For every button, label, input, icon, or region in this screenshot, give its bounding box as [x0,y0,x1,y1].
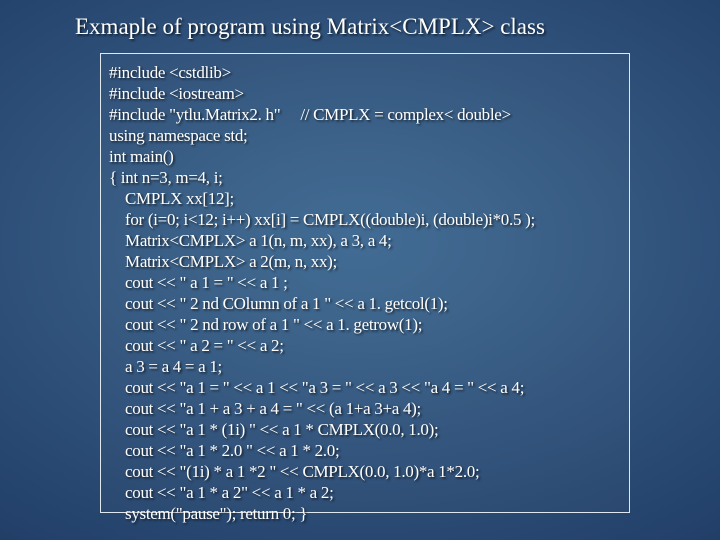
code-line: Matrix<CMPLX> a 2(m, n, xx); [109,251,623,272]
code-line: cout << "a 1 = " << a 1 << "a 3 = " << a… [109,377,623,398]
code-line: cout << " 2 nd row of a 1 " << a 1. getr… [109,314,623,335]
code-line: system("pause"); return 0; } [109,503,623,524]
code-line: cout << "a 1 * 2.0 " << a 1 * 2.0; [109,440,623,461]
code-line: int main() [109,146,623,167]
code-line: for (i=0; i<12; i++) xx[i] = CMPLX((doub… [109,209,623,230]
code-line: #include <cstdlib> [109,62,623,83]
code-line: CMPLX xx[12]; [109,188,623,209]
code-line: cout << "a 1 * (1i) " << a 1 * CMPLX(0.0… [109,419,623,440]
code-comment: // CMPLX = complex< double> [300,105,511,124]
slide-title: Exmaple of program using Matrix<CMPLX> c… [75,14,545,40]
code-text: #include "ytlu.Matrix2. h" [109,105,280,124]
code-line: cout << " 2 nd COlumn of a 1 " << a 1. g… [109,293,623,314]
code-line: cout << "a 1 + a 3 + a 4 = " << (a 1+a 3… [109,398,623,419]
code-line: cout << "a 1 * a 2" << a 1 * a 2; [109,482,623,503]
slide: Exmaple of program using Matrix<CMPLX> c… [0,0,720,540]
code-line: cout << " a 2 = " << a 2; [109,335,623,356]
code-line: #include "ytlu.Matrix2. h" // CMPLX = com… [109,104,623,125]
code-line: Matrix<CMPLX> a 1(n, m, xx), a 3, a 4; [109,230,623,251]
code-line: a 3 = a 4 = a 1; [109,356,623,377]
code-line: using namespace std; [109,125,623,146]
code-box: #include <cstdlib> #include <iostream> #… [100,53,630,513]
code-line: cout << " a 1 = " << a 1 ; [109,272,623,293]
code-line: cout << "(1i) * a 1 *2 " << CMPLX(0.0, 1… [109,461,623,482]
code-line: { int n=3, m=4, i; [109,167,623,188]
code-line: #include <iostream> [109,83,623,104]
